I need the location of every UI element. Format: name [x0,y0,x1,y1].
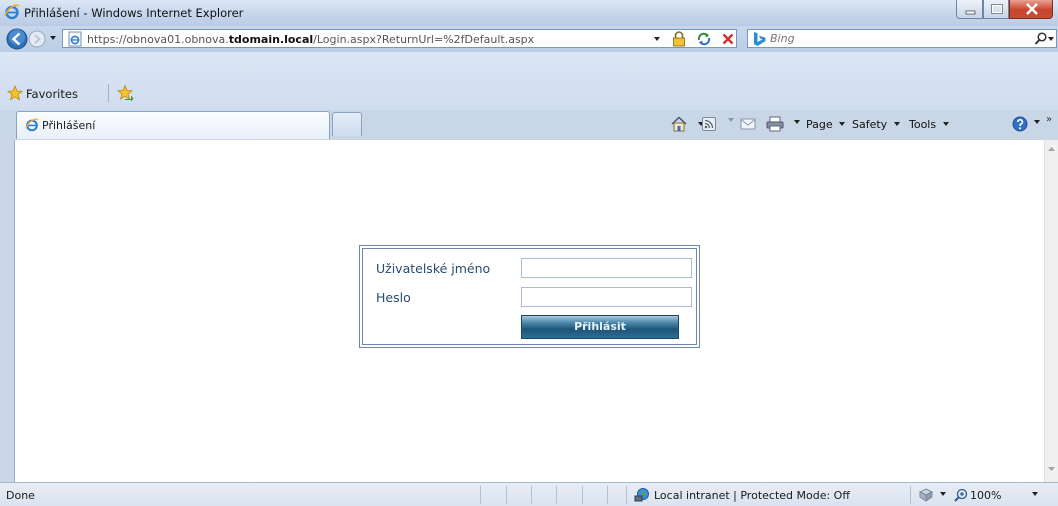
lock-icon[interactable] [672,31,686,47]
bing-logo-icon [754,32,766,46]
maximize-icon [991,4,1003,14]
safety-menu[interactable]: Safety [852,113,900,135]
feeds-dropdown-icon[interactable] [727,118,734,122]
page-icon [68,31,82,47]
chevron-down-icon [839,122,846,126]
address-dropdown-icon[interactable] [654,37,660,41]
refresh-icon[interactable] [696,31,712,47]
close-button[interactable] [1009,0,1053,19]
zoom-dropdown-icon[interactable] [1032,492,1038,496]
print-dropdown-icon[interactable] [793,120,800,124]
tools-menu-label: Tools [909,118,937,131]
username-input[interactable] [521,258,692,278]
add-to-favorites-icon[interactable] [116,84,134,102]
scroll-up-arrow-icon[interactable] [1046,144,1057,154]
login-button[interactable]: Přihlásit [521,315,679,339]
search-input[interactable] [770,31,1010,46]
tab-login[interactable]: Přihlášení [16,111,330,139]
status-separator [556,486,557,504]
feeds-button[interactable] [702,113,734,135]
star-icon [7,85,23,101]
zoom-level[interactable]: 100% [970,489,1001,502]
favorites-separator [108,84,109,102]
password-label: Heslo [376,290,411,305]
rss-feed-icon [702,117,716,131]
security-dropdown-icon[interactable] [940,492,946,496]
minimize-icon [965,10,976,15]
forward-arrow-icon[interactable] [28,30,46,48]
favorites-label: Favorites [26,87,78,101]
scroll-down-arrow-icon[interactable] [1046,464,1057,474]
help-button[interactable] [1012,113,1040,135]
help-icon [1012,116,1028,132]
close-icon [1026,3,1038,15]
page-menu[interactable]: Page [806,113,846,135]
password-input[interactable] [521,287,692,307]
new-tab-button[interactable] [332,112,362,136]
back-arrow-icon[interactable] [6,28,28,50]
ie-logo-icon [25,118,39,132]
vertical-scrollbar[interactable] [1044,140,1058,482]
address-url: https://obnova01.obnova.tdomain.local/Lo… [87,33,535,46]
read-mail-button[interactable] [740,113,756,135]
search-bar[interactable] [747,29,1057,48]
zoom-icon[interactable] [954,488,968,502]
search-icon[interactable] [1034,31,1048,47]
help-dropdown-icon[interactable] [1033,120,1040,124]
page-security-icon[interactable] [918,487,934,503]
tab-label: Přihlášení [42,119,96,132]
window-title: Přihlášení - Windows Internet Explorer [24,6,244,20]
chevron-down-icon [893,122,900,126]
recent-pages-dropdown-icon[interactable] [50,36,56,40]
mail-icon [740,118,756,130]
stop-icon[interactable] [720,31,736,47]
status-separator [480,486,481,504]
title-bar[interactable]: Přihlášení - Windows Internet Explorer [0,0,1058,26]
safety-menu-label: Safety [852,118,888,131]
chevron-more-icon[interactable]: » [1046,114,1052,125]
search-dropdown-icon[interactable] [1048,37,1054,41]
minimize-button[interactable] [956,0,983,19]
security-zone-text[interactable]: Local intranet | Protected Mode: Off [654,489,850,502]
home-icon [671,116,687,132]
page-menu-label: Page [806,118,833,131]
status-text: Done [6,489,35,502]
status-separator [531,486,532,504]
username-label: Uživatelské jméno [376,261,491,276]
printer-icon [766,116,784,132]
status-bar: Done Local intranet | Protected Mode: Of… [0,482,1058,506]
intranet-zone-icon[interactable] [634,487,650,503]
tools-menu[interactable]: Tools [909,113,949,135]
ie-logo-icon [4,4,20,20]
favorites-bar [0,52,1058,110]
home-button[interactable] [670,113,704,135]
status-separator [910,486,911,504]
print-button[interactable] [766,113,800,135]
status-separator [582,486,583,504]
status-separator [506,486,507,504]
chevron-down-icon [942,122,949,126]
status-separator [626,486,627,504]
maximize-button[interactable] [983,0,1009,19]
address-bar[interactable]: https://obnova01.obnova.tdomain.local/Lo… [62,29,737,48]
status-separator [607,486,608,504]
